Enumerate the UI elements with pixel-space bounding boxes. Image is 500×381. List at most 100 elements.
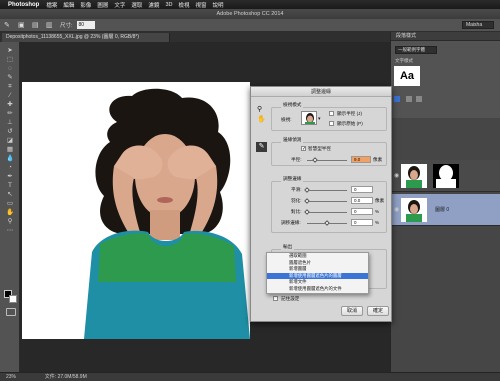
smooth-label: 平滑:	[291, 187, 302, 192]
view-dropdown-arrow-icon[interactable]: ▾	[318, 116, 321, 122]
view-mode-thumbnail[interactable]	[301, 111, 317, 125]
contrast-field[interactable]: 0	[351, 208, 373, 215]
healing-brush-tool-icon[interactable]: ✚	[4, 100, 16, 109]
crop-tool-icon[interactable]: ⌗	[4, 82, 16, 91]
marquee-tool-icon[interactable]: ⬚	[4, 55, 16, 64]
shape-tool-icon[interactable]: ▭	[4, 199, 16, 208]
eraser-tool-icon[interactable]: ◪	[4, 136, 16, 145]
layer-row-selected[interactable]: ◉ 圖層 0	[391, 194, 500, 226]
show-original-checkbox[interactable]	[329, 121, 334, 126]
smooth-slider-track[interactable]	[307, 190, 347, 191]
menu-view[interactable]: 檢視	[178, 1, 189, 9]
brush-size-field[interactable]: 80	[76, 21, 95, 29]
document-image[interactable]	[22, 82, 250, 339]
shift-edge-field[interactable]: 0	[351, 219, 373, 226]
menu-type[interactable]: 文字	[114, 1, 125, 9]
more-tools-icon[interactable]: ⋯	[4, 226, 16, 235]
radius-label: 半徑:	[291, 157, 302, 162]
selection-mode-subtract-icon[interactable]: ▥	[46, 21, 56, 30]
eyedropper-tool-icon[interactable]: ⁄	[4, 91, 16, 100]
view-label: 檢視:	[281, 117, 292, 122]
color-swatches[interactable]	[4, 290, 18, 304]
feather-field[interactable]: 0.0	[351, 197, 373, 204]
shift-edge-label: 調移邊緣:	[281, 220, 301, 225]
ok-button[interactable]: 確定	[367, 306, 389, 316]
radius-field[interactable]: 9.0	[351, 156, 371, 163]
background-color-swatch[interactable]	[9, 295, 17, 303]
output-header: 輸出	[281, 244, 295, 250]
selection-mode-add-icon[interactable]: ▤	[32, 21, 42, 30]
panel-icon-2[interactable]	[406, 96, 412, 102]
cancel-button[interactable]: 取消	[341, 306, 363, 316]
gradient-tool-icon[interactable]: ▦	[4, 145, 16, 154]
workspace-switcher[interactable]: Maisha	[462, 21, 494, 29]
remember-settings-label: 記住設定	[281, 296, 300, 301]
dialog-title: 調整邊緣	[251, 87, 391, 97]
character-styles-panel-tab[interactable]: 段落樣式	[391, 32, 500, 41]
layer-thumbnail	[401, 164, 427, 188]
quick-selection-tool-icon[interactable]: ✎	[4, 21, 14, 30]
menu-help[interactable]: 說明	[213, 1, 224, 9]
contrast-unit: %	[375, 209, 380, 214]
hand-icon[interactable]: ✋	[257, 115, 266, 123]
size-label: 尺寸:	[60, 23, 73, 29]
zoom-level[interactable]: 23%	[6, 374, 16, 380]
panel-mini-toolbar	[394, 96, 454, 102]
paragraph-style-select[interactable]: 一般範例字體	[395, 46, 437, 54]
layer-row[interactable]: ◉	[391, 160, 500, 192]
document-info[interactable]: 文件: 27.0M/58.9M	[45, 374, 87, 380]
zoom-tool-icon[interactable]: ⚲	[4, 217, 16, 226]
document-tab[interactable]: Depositphotos_11138655_XXL.jpg @ 23% (圖層…	[2, 33, 170, 42]
smart-radius-label: 智慧型半徑	[308, 146, 331, 151]
quick-mask-icon[interactable]	[6, 308, 16, 316]
visibility-eye-icon[interactable]: ◉	[394, 206, 399, 213]
history-brush-tool-icon[interactable]: ↺	[4, 127, 16, 136]
remember-settings-checkbox[interactable]	[273, 296, 278, 301]
menu-file[interactable]: 檔案	[46, 1, 57, 9]
layer-thumbnail	[401, 198, 427, 222]
app-menu-photoshop[interactable]: Photoshop	[8, 2, 39, 8]
zoom-icon[interactable]: ⚲	[257, 105, 262, 113]
window-title: Adobe Photoshop CC 2014	[0, 9, 500, 19]
smart-radius-checkbox[interactable]: ✓	[301, 146, 306, 152]
menu-image[interactable]: 影像	[80, 1, 91, 9]
panel-icon-1[interactable]	[394, 96, 400, 102]
feather-slider-track[interactable]	[307, 201, 347, 202]
font-style-label: 文字樣式	[395, 58, 413, 63]
brush-tool-icon[interactable]: ✏	[4, 109, 16, 118]
clone-stamp-tool-icon[interactable]: ⊥	[4, 118, 16, 127]
feather-unit: 像素	[375, 198, 385, 203]
layer-mask-thumbnail[interactable]	[433, 164, 459, 188]
move-tool-icon[interactable]: ➤	[4, 46, 16, 55]
hand-tool-icon[interactable]: ✋	[4, 208, 16, 217]
menu-filter[interactable]: 濾鏡	[148, 1, 159, 9]
visibility-eye-icon[interactable]: ◉	[394, 172, 399, 179]
radius-unit: 像素	[373, 157, 383, 162]
menu-window[interactable]: 視窗	[195, 1, 206, 9]
output-to-menu: 選取範圍 圖層遮色片 新增圖層 新增使用圖層遮色片的圖層 新增文件 新增使用圖層…	[266, 252, 369, 294]
refine-radius-tool-icon[interactable]: ✎	[256, 142, 267, 152]
smooth-field[interactable]: 0	[351, 186, 373, 193]
panel-icon-3[interactable]	[416, 96, 422, 102]
output-option[interactable]: 新增使用圖層遮色片的文件	[267, 286, 368, 293]
type-tool-icon[interactable]: T	[4, 181, 16, 190]
layer-name[interactable]: 圖層 0	[435, 206, 449, 213]
menu-edit[interactable]: 編輯	[63, 1, 74, 9]
contrast-slider-track[interactable]	[307, 212, 347, 213]
font-preview[interactable]: Aa	[394, 66, 420, 86]
pen-tool-icon[interactable]: ✒	[4, 172, 16, 181]
view-mode-header: 檢視模式	[281, 102, 304, 108]
show-radius-checkbox[interactable]	[329, 111, 334, 116]
dodge-tool-icon[interactable]: ◔	[4, 163, 16, 172]
menu-layer[interactable]: 圖層	[97, 1, 108, 9]
menu-3d[interactable]: 3D	[165, 2, 172, 8]
quick-selection-tool-icon[interactable]: ✎	[4, 73, 16, 82]
menu-select[interactable]: 選取	[131, 1, 142, 9]
selection-mode-new-icon[interactable]: ▣	[18, 21, 28, 30]
options-bar: ✎ ▣ ▤ ▥ 尺寸: 80	[0, 19, 500, 32]
feather-label: 羽化:	[291, 198, 302, 203]
edge-detection-header: 邊緣偵測	[281, 137, 304, 143]
path-selection-tool-icon[interactable]: ↖	[4, 190, 16, 199]
blur-tool-icon[interactable]: 💧	[4, 154, 16, 163]
lasso-tool-icon[interactable]: ◌	[4, 64, 16, 73]
